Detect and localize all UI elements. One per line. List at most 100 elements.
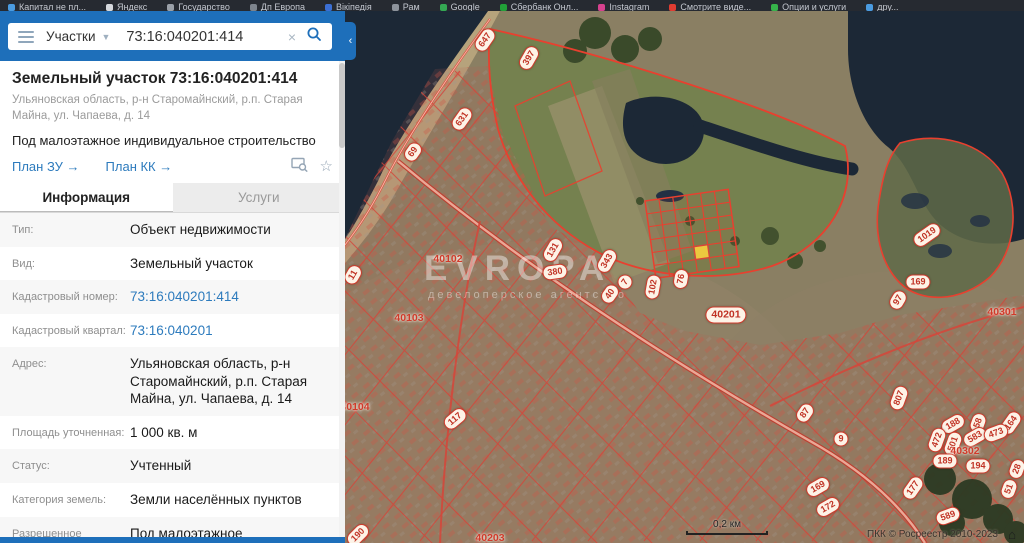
parcel-label[interactable]: 380 — [542, 263, 569, 281]
chevron-down-icon[interactable]: ▼ — [102, 32, 111, 42]
parcel-label[interactable]: 87 — [793, 401, 817, 426]
preview-icon[interactable] — [291, 157, 308, 175]
row-value[interactable]: 73:16:040201 — [130, 322, 333, 340]
bookmark-item[interactable]: дру... — [866, 2, 898, 11]
plan-kk-link[interactable]: План КК → — [106, 159, 173, 174]
parcel-label[interactable]: 473 — [982, 422, 1011, 445]
parcel-label[interactable]: 40301 — [987, 306, 1016, 318]
row-value: Земельный участок — [130, 255, 333, 273]
parcel-label[interactable]: 194 — [965, 459, 990, 474]
clear-search-icon[interactable]: × — [288, 29, 296, 45]
favicon-icon — [866, 4, 873, 11]
table-row: Тип:Объект недвижимости — [0, 213, 345, 247]
menu-icon[interactable] — [18, 31, 34, 43]
scrollbar-thumb[interactable] — [339, 63, 345, 148]
row-value[interactable]: 73:16:040201:414 — [130, 288, 333, 306]
parcel-label[interactable]: 169 — [803, 474, 832, 500]
map-attribution: ПКК © Росреестр 2010-2023 — [867, 529, 998, 540]
map-canvas[interactable]: EVROPA девелоперское агентство 647397631… — [340, 11, 1024, 543]
search-category-select[interactable]: Участки — [46, 29, 96, 44]
table-row: Адрес:Ульяновская область, р-н Старомайн… — [0, 347, 345, 416]
parcel-label[interactable]: 28 — [1007, 457, 1024, 481]
home-icon[interactable]: ⌂ — [1008, 528, 1016, 541]
parcel-label[interactable]: 172 — [813, 494, 842, 520]
table-row: Вид:Земельный участок — [0, 247, 345, 281]
parcel-label[interactable]: 807 — [888, 384, 911, 413]
bookmark-item[interactable]: Дп Европа — [250, 2, 305, 11]
plan-zu-link[interactable]: План ЗУ → — [12, 159, 80, 174]
parcel-label[interactable]: 169 — [905, 275, 930, 290]
row-label: Тип: — [12, 221, 130, 239]
parcel-label[interactable]: 69 — [401, 140, 425, 165]
scale-line — [686, 531, 768, 535]
favicon-icon — [250, 4, 257, 11]
parcel-label[interactable]: 397 — [516, 43, 542, 72]
parcel-label[interactable]: 11 — [342, 263, 365, 287]
parcel-label[interactable]: 97 — [887, 288, 910, 313]
bookmark-item[interactable]: Государство — [167, 2, 230, 11]
bookmark-label: дру... — [877, 2, 898, 11]
parcel-label[interactable]: 40203 — [475, 532, 504, 543]
parcel-label[interactable]: 40201 — [705, 307, 746, 324]
search-box[interactable]: Участки ▼ 73:16:040201:414 × — [8, 23, 332, 50]
parcel-label[interactable]: 177 — [900, 473, 927, 502]
favicon-icon — [325, 4, 332, 11]
bookmark-label: Опции и услуги — [782, 2, 846, 11]
bookmark-label: Рам — [403, 2, 420, 11]
bookmark-item[interactable]: Опции и услуги — [771, 2, 846, 11]
parcel-label[interactable]: 589 — [934, 505, 963, 528]
favicon-icon — [500, 4, 507, 11]
bookmarks-bar: Капитал не пл... Яндекс Государство Дп Евро… — [0, 0, 1024, 11]
parcel-label[interactable]: 51 — [999, 477, 1020, 501]
bookmark-item[interactable]: Капитал не пл... — [8, 2, 86, 11]
bookmark-item[interactable]: Instagram — [598, 2, 649, 11]
bookmark-item[interactable]: Сбербанк Онл... — [500, 2, 579, 11]
collapse-panel-button[interactable]: ‹ — [345, 22, 356, 60]
favicon-icon — [669, 4, 676, 11]
row-label: Кадастровый номер: — [12, 288, 130, 306]
row-value: Земли населённых пунктов — [130, 491, 333, 509]
parcel-label[interactable]: 40102 — [433, 253, 462, 265]
parcel-address-subtitle: Ульяновская область, р-н Старомайнский, … — [12, 93, 312, 124]
parcel-label[interactable]: 131 — [540, 235, 566, 264]
row-label: Кадастровый квартал: — [12, 322, 130, 340]
bookmark-label: Яндекс — [117, 2, 147, 11]
parcel-label[interactable]: 631 — [449, 104, 476, 133]
favorite-star-icon[interactable]: ☆ — [320, 159, 333, 174]
parcel-label[interactable]: 40103 — [394, 312, 423, 324]
bookmark-item[interactable]: Яндекс — [106, 2, 147, 11]
bookmark-item[interactable]: Рам — [392, 2, 420, 11]
favicon-icon — [106, 4, 113, 11]
bookmark-item[interactable]: Смотрите виде... — [669, 2, 751, 11]
parcel-label[interactable]: 117 — [441, 405, 469, 432]
bookmark-label: Вікіпедія — [336, 2, 372, 11]
parcel-label[interactable]: 343 — [594, 246, 620, 275]
permitted-use-text: Под малоэтажное индивидуальное строитель… — [12, 133, 333, 148]
search-input[interactable]: 73:16:040201:414 — [126, 29, 287, 45]
search-icon[interactable] — [306, 26, 322, 47]
table-row: Разрешенное использование:Под малоэтажно… — [0, 517, 345, 538]
parcel-label[interactable]: 40302 — [950, 445, 979, 457]
parcel-label[interactable]: 647 — [472, 25, 499, 54]
parcel-label[interactable]: 76 — [672, 268, 690, 290]
favicon-icon — [771, 4, 778, 11]
panel-scrollbar[interactable] — [339, 61, 345, 537]
parcel-label[interactable]: 1019 — [910, 220, 943, 250]
bookmark-item[interactable]: Вікіпедія — [325, 2, 372, 11]
row-label: Статус: — [12, 457, 130, 475]
row-label: Площадь уточненная: — [12, 424, 130, 442]
parcel-label[interactable]: 190 — [344, 521, 372, 543]
bookmark-item[interactable]: Google — [440, 2, 480, 11]
bookmark-label: Дп Европа — [261, 2, 305, 11]
parcel-label[interactable]: 9 — [833, 432, 848, 447]
table-row: Статус:Учтенный — [0, 449, 345, 483]
tab-information[interactable]: Информация — [0, 183, 173, 212]
row-label: Адрес: — [12, 355, 130, 408]
favicon-icon — [167, 4, 174, 11]
tab-services[interactable]: Услуги — [173, 183, 346, 212]
row-value: Под малоэтажное индивидуальное строитель… — [130, 525, 333, 538]
favicon-icon — [392, 4, 399, 11]
parcel-label[interactable]: 102 — [643, 273, 662, 300]
page-title: Земельный участок 73:16:040201:414 — [12, 70, 333, 88]
row-value: Ульяновская область, р-н Старомайнский, … — [130, 355, 333, 408]
